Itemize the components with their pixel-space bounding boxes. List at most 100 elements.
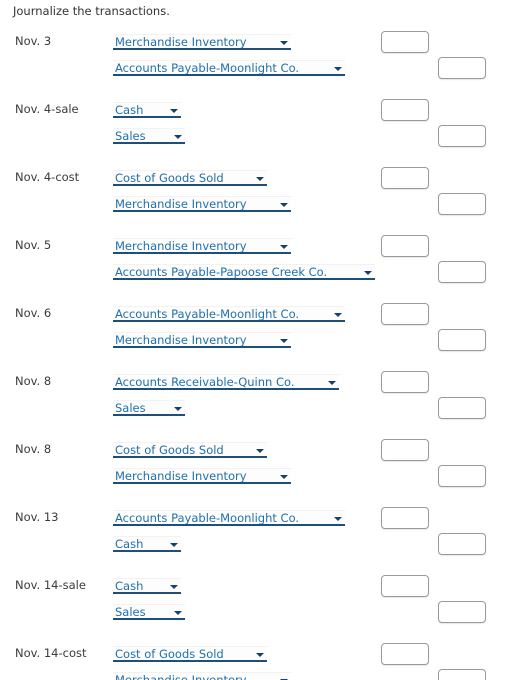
journal-entry-group: Nov. 14-cost Cost of Goods Sold Merchandis… <box>0 640 512 680</box>
amount-input-credit[interactable] <box>438 261 486 283</box>
chevron-down-icon <box>170 585 178 589</box>
account-select-credit[interactable]: Accounts Payable-Moonlight Co. <box>113 60 345 76</box>
chevron-down-icon <box>328 381 336 385</box>
chevron-down-icon <box>170 109 178 113</box>
account-select-debit-value: Merchandise Inventory <box>115 239 247 253</box>
account-select-debit[interactable]: Cost of Goods Sold <box>113 442 267 458</box>
chevron-down-icon <box>256 653 264 657</box>
account-select-credit-value: Merchandise Inventory <box>115 469 247 483</box>
amount-input-debit[interactable] <box>381 507 429 529</box>
journal-entry-group: Nov. 13 Accounts Payable-Moonlight Co. Cas… <box>0 504 512 560</box>
account-select-debit[interactable]: Cost of Goods Sold <box>113 646 267 662</box>
entry-date-label: Nov. 5 <box>15 238 52 252</box>
chevron-down-icon <box>280 245 288 249</box>
journal-entry-form: Journalize the transactions. Nov. 3 Merch… <box>0 0 512 680</box>
journal-entry-group: Nov. 8 Accounts Receivable-Quinn Co. Sales <box>0 368 512 424</box>
entry-date-label: Nov. 6 <box>15 306 52 320</box>
chevron-down-icon <box>280 339 288 343</box>
account-select-credit[interactable]: Merchandise Inventory <box>113 468 291 484</box>
account-select-credit[interactable]: Merchandise Inventory <box>113 672 291 680</box>
account-select-credit-value: Sales <box>115 401 146 415</box>
amount-input-debit[interactable] <box>381 303 429 325</box>
account-select-debit[interactable]: Cost of Goods Sold <box>113 170 267 186</box>
amount-input-debit[interactable] <box>381 643 429 665</box>
account-select-credit-value: Sales <box>115 605 146 619</box>
journal-entry-group: Nov. 6 Accounts Payable-Moonlight Co. Merc… <box>0 300 512 356</box>
amount-input-credit[interactable] <box>438 193 486 215</box>
amount-input-debit[interactable] <box>381 99 429 121</box>
amount-input-debit[interactable] <box>381 371 429 393</box>
entry-date-label: Nov. 4-cost <box>15 170 80 184</box>
account-select-credit-value: Cash <box>115 537 144 551</box>
chevron-down-icon <box>256 177 264 181</box>
chevron-down-icon <box>170 543 178 547</box>
account-select-debit-value: Cost of Goods Sold <box>115 171 224 185</box>
amount-input-debit[interactable] <box>381 167 429 189</box>
account-select-debit[interactable]: Accounts Payable-Moonlight Co. <box>113 306 345 322</box>
account-select-debit-value: Cost of Goods Sold <box>115 647 224 661</box>
amount-input-debit[interactable] <box>381 31 429 53</box>
amount-input-credit[interactable] <box>438 57 486 79</box>
chevron-down-icon <box>334 67 342 71</box>
chevron-down-icon <box>364 271 372 275</box>
amount-input-debit[interactable] <box>381 439 429 461</box>
account-select-credit[interactable]: Sales <box>113 128 185 144</box>
account-select-credit-value: Accounts Payable-Moonlight Co. <box>115 61 300 75</box>
amount-input-credit[interactable] <box>438 329 486 351</box>
amount-input-credit[interactable] <box>438 465 486 487</box>
account-select-debit-value: Merchandise Inventory <box>115 35 247 49</box>
chevron-down-icon <box>334 517 342 521</box>
chevron-down-icon <box>174 407 182 411</box>
entry-date-label: Nov. 14-cost <box>15 646 87 660</box>
account-select-credit[interactable]: Accounts Payable-Papoose Creek Co. <box>113 264 375 280</box>
account-select-credit-value: Accounts Payable-Papoose Creek Co. <box>115 265 328 279</box>
chevron-down-icon <box>280 475 288 479</box>
amount-input-credit[interactable] <box>438 397 486 419</box>
account-select-credit[interactable]: Merchandise Inventory <box>113 332 291 348</box>
chevron-down-icon <box>280 203 288 207</box>
account-select-debit[interactable]: Accounts Receivable-Quinn Co. <box>113 374 339 390</box>
account-select-credit-value: Merchandise Inventory <box>115 197 247 211</box>
page-title: Journalize the transactions. <box>13 4 170 18</box>
entry-date-label: Nov. 4-sale <box>15 102 79 116</box>
account-select-credit-value: Merchandise Inventory <box>115 673 247 680</box>
account-select-debit[interactable]: Merchandise Inventory <box>113 238 291 254</box>
journal-entry-group: Nov. 4-sale Cash Sales <box>0 96 512 152</box>
account-select-debit-value: Accounts Payable-Moonlight Co. <box>115 511 300 525</box>
journal-entry-group: Nov. 3 Merchandise Inventory Accounts Paya… <box>0 28 512 84</box>
journal-entry-group: Nov. 4-cost Cost of Goods Sold Merchandise… <box>0 164 512 220</box>
amount-input-debit[interactable] <box>381 575 429 597</box>
entry-date-label: Nov. 8 <box>15 442 52 456</box>
entry-date-label: Nov. 8 <box>15 374 52 388</box>
account-select-debit-value: Accounts Receivable-Quinn Co. <box>115 375 295 389</box>
entry-date-label: Nov. 13 <box>15 510 59 524</box>
account-select-credit-value: Sales <box>115 129 146 143</box>
account-select-debit-value: Cost of Goods Sold <box>115 443 224 457</box>
entry-date-label: Nov. 14-sale <box>15 578 86 592</box>
account-select-debit[interactable]: Cash <box>113 102 181 118</box>
amount-input-credit[interactable] <box>438 125 486 147</box>
chevron-down-icon <box>256 449 264 453</box>
account-select-credit[interactable]: Sales <box>113 400 185 416</box>
journal-entry-group: Nov. 5 Merchandise Inventory Accounts Paya… <box>0 232 512 288</box>
amount-input-debit[interactable] <box>381 235 429 257</box>
amount-input-credit[interactable] <box>438 533 486 555</box>
chevron-down-icon <box>334 313 342 317</box>
entry-date-label: Nov. 3 <box>15 34 52 48</box>
account-select-credit[interactable]: Cash <box>113 536 181 552</box>
account-select-debit-value: Cash <box>115 103 144 117</box>
account-select-credit[interactable]: Merchandise Inventory <box>113 196 291 212</box>
account-select-debit[interactable]: Cash <box>113 578 181 594</box>
journal-entry-group: Nov. 14-sale Cash Sales <box>0 572 512 628</box>
account-select-debit-value: Cash <box>115 579 144 593</box>
account-select-credit[interactable]: Sales <box>113 604 185 620</box>
journal-entry-group: Nov. 8 Cost of Goods Sold Merchandise Inve… <box>0 436 512 492</box>
account-select-debit[interactable]: Accounts Payable-Moonlight Co. <box>113 510 345 526</box>
chevron-down-icon <box>280 41 288 45</box>
chevron-down-icon <box>174 135 182 139</box>
account-select-debit-value: Accounts Payable-Moonlight Co. <box>115 307 300 321</box>
account-select-debit[interactable]: Merchandise Inventory <box>113 34 291 50</box>
account-select-credit-value: Merchandise Inventory <box>115 333 247 347</box>
amount-input-credit[interactable] <box>438 669 486 680</box>
amount-input-credit[interactable] <box>438 601 486 623</box>
